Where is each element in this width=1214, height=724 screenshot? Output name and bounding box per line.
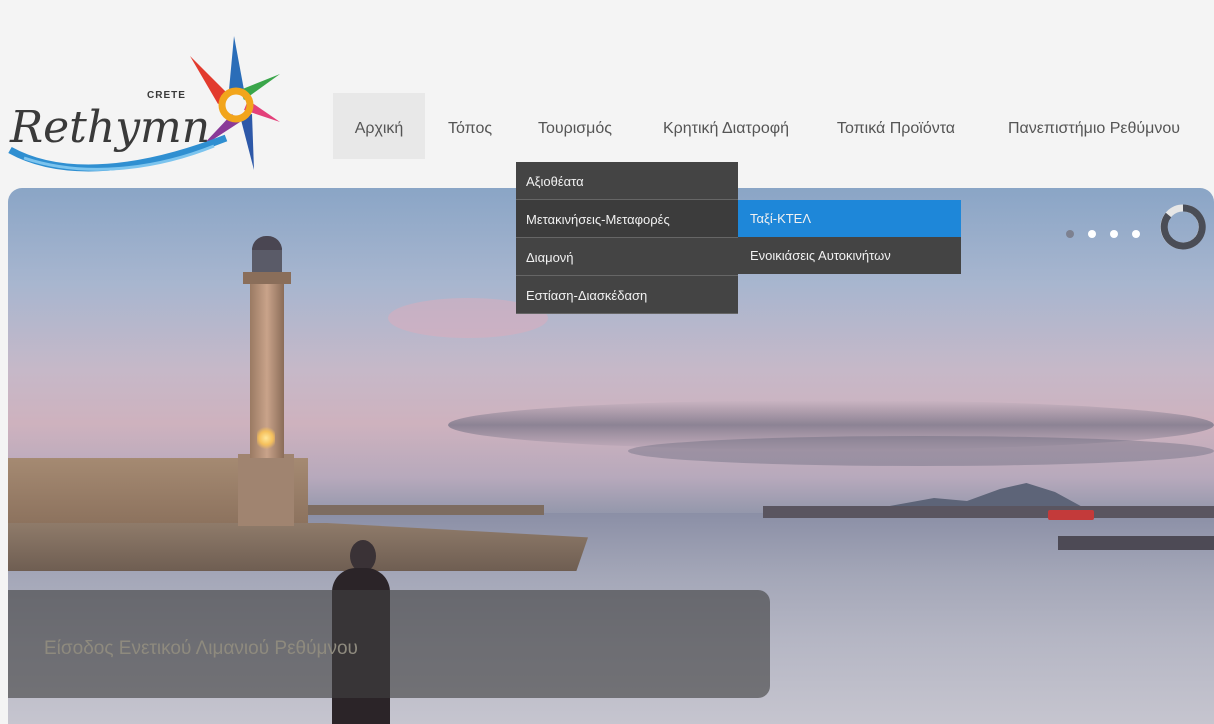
hero-harbor-pier [763,506,1214,518]
slider-dot[interactable] [1132,230,1140,238]
hero-harbor-wall [308,505,544,515]
submenu-item-car-rentals[interactable]: Ενοικιάσεις Αυτοκινήτων [738,237,961,274]
menu-item-accommodation[interactable]: Διαμονή [516,238,738,276]
menu-item-transport[interactable]: Μετακινήσεις-Μεταφορές [516,200,738,238]
tourism-dropdown-menu: Αξιοθέατα Μετακινήσεις-Μεταφορές Διαμονή… [516,162,738,314]
nav-item-home[interactable]: Αρχική [333,93,425,159]
slide-caption: Είσοδος Ενετικού Λιμανιού Ρεθύμνου [8,590,770,698]
hero-breakwater [1058,536,1214,550]
hero-boat [1048,510,1094,520]
nav-item-university[interactable]: Πανεπιστήμιο Ρεθύμνου [989,93,1199,159]
slide-caption-text: Είσοδος Ενετικού Λιμανιού Ρεθύμνου [44,638,358,659]
logo-wordmark: Rethymn [10,102,211,153]
site-logo[interactable]: Rethymn CRETE [4,30,294,180]
nav-item-local-products[interactable]: Τοπικά Προϊόντα [826,93,966,159]
logo-crete-label: CRETE [147,90,186,101]
hero-lighthouse [238,236,294,526]
transport-submenu: Ταξί-ΚΤΕΛ Ενοικιάσεις Αυτοκινήτων [738,200,961,274]
submenu-item-taxi-ktel[interactable]: Ταξί-ΚΤΕΛ [738,200,961,237]
slider-dot[interactable] [1088,230,1096,238]
hero-cloud-band-low [628,436,1214,466]
slider-dot[interactable] [1110,230,1118,238]
slider-dot[interactable] [1066,230,1074,238]
nav-item-tourism[interactable]: Τουρισμός [525,93,625,159]
menu-item-sights[interactable]: Αξιοθέατα [516,162,738,200]
slider-timer-icon [1160,204,1206,250]
nav-item-cretan-diet[interactable]: Κρητική Διατροφή [651,93,801,159]
nav-item-place[interactable]: Τόπος [435,93,505,159]
menu-item-dining[interactable]: Εστίαση-Διασκέδαση [516,276,738,314]
